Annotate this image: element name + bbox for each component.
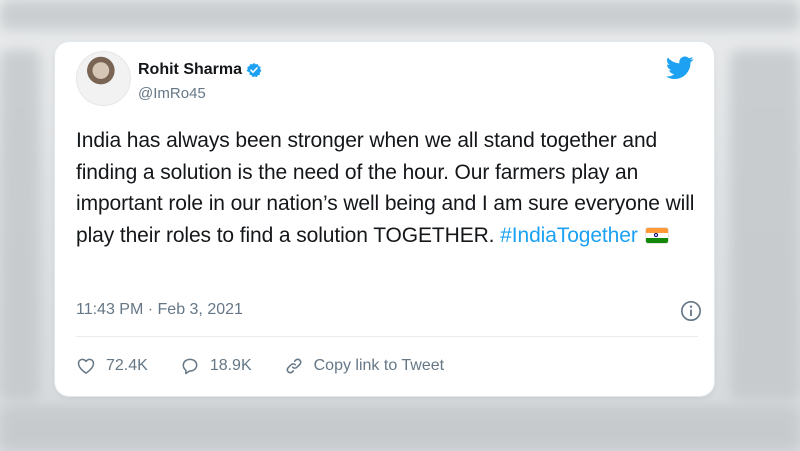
speech-bubble-icon bbox=[182, 358, 198, 375]
info-icon[interactable] bbox=[680, 300, 702, 322]
avatar[interactable] bbox=[76, 51, 131, 106]
reply-button[interactable]: 18.9K bbox=[180, 356, 252, 376]
tweet-timestamp[interactable]: 11:43 PM · Feb 3, 2021 bbox=[76, 301, 243, 319]
india-flag-emoji bbox=[645, 227, 668, 243]
like-count: 72.4K bbox=[106, 357, 148, 374]
author-name[interactable]: Rohit Sharma bbox=[138, 61, 242, 79]
copy-link-label: Copy link to Tweet bbox=[313, 357, 445, 374]
divider bbox=[76, 336, 698, 337]
tweet-text: India has always been stronger when we a… bbox=[76, 125, 701, 251]
reply-count: 18.9K bbox=[209, 357, 252, 374]
action-bar: 72.4K 18.9K Copy link to Tweet bbox=[76, 356, 476, 376]
author-name-row: Rohit Sharma bbox=[138, 61, 262, 79]
tweet-card[interactable]: Rohit Sharma @ImRo45 India has always be… bbox=[55, 42, 714, 396]
author-handle[interactable]: @ImRo45 bbox=[138, 85, 206, 102]
copy-link-button[interactable]: Copy link to Tweet bbox=[284, 356, 444, 376]
verified-badge-icon bbox=[246, 63, 262, 78]
link-icon bbox=[286, 358, 302, 374]
like-button[interactable]: 72.4K bbox=[76, 356, 148, 376]
heart-icon bbox=[77, 358, 95, 374]
hashtag-link[interactable]: #IndiaTogether bbox=[500, 224, 638, 247]
twitter-bird-icon[interactable] bbox=[666, 56, 694, 80]
